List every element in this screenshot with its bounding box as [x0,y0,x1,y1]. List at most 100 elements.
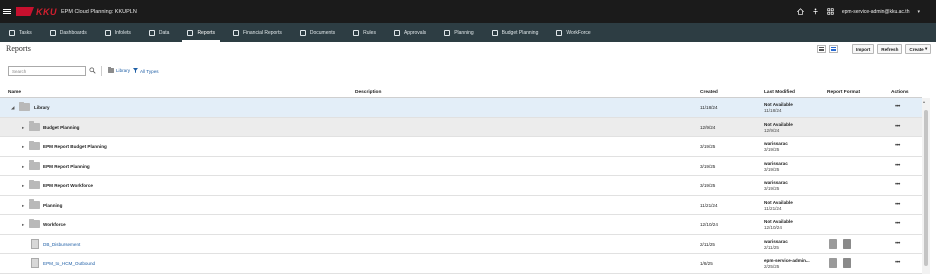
column-name[interactable]: Name [8,90,21,95]
reports-icon [187,29,194,36]
accessibility-icon[interactable] [812,8,819,15]
search-input[interactable]: Search [8,66,86,76]
chevron-down-icon[interactable]: ▾ [917,9,920,15]
row-modified-by: Not Available [764,219,793,224]
row-modified-by: epm-service-admin... [764,258,810,263]
folder-icon [19,101,30,111]
row-name[interactable]: Library [34,105,50,110]
excel-format-icon[interactable] [843,258,851,268]
nav-tasks[interactable]: Tasks [0,23,41,42]
approvals-icon [393,29,400,36]
row-created: 3/19/25 [700,144,716,149]
folder-icon [29,121,40,131]
user-menu[interactable]: epm-service-admin@kku.ac.th [842,9,910,15]
home-icon[interactable] [796,8,804,15]
financial-reports-icon [232,29,239,36]
table-row[interactable]: ▸ EPM Report Workforce 3/19/25 warissara… [0,176,922,196]
scrollbar-thumb[interactable] [924,110,928,266]
row-name[interactable]: Planning [43,203,62,208]
row-created: 11/21/24 [700,202,718,208]
table-row[interactable]: DB_Disbursement 2/11/25 warissarac 2/11/… [0,235,922,254]
row-modified-by: Not Available [764,102,793,107]
row-created: 12/9/24 [700,124,716,130]
nav-reports[interactable]: Reports [178,23,224,42]
budget-planning-icon [491,29,498,36]
chevron-right-icon[interactable]: ▸ [22,125,24,131]
column-last-modified[interactable]: Last Modified [764,90,795,95]
tree-view-button[interactable] [829,45,838,53]
chevron-right-icon[interactable]: ▸ [22,203,24,209]
nav-data[interactable]: Data [140,23,179,42]
nav-workforce[interactable]: WorkForce [547,23,599,42]
nav-rules[interactable]: Rules [344,23,385,42]
table-row[interactable]: ▸ Workforce 12/10/24 Not Available 12/10… [0,215,922,235]
row-name[interactable]: EPM Report Planning [43,164,90,169]
row-name[interactable]: EPM Report Budget Planning [43,144,107,149]
table-row[interactable]: ▸ Planning 11/21/24 Not Available 11/21/… [0,196,922,215]
row-modified-by: warissarac [764,180,788,185]
excel-format-icon[interactable] [843,238,851,249]
row-name[interactable]: Workforce [43,222,66,227]
column-created[interactable]: Created [700,90,718,95]
row-created: 3/19/25 [700,183,716,188]
row-modified-by: Not Available [764,121,793,127]
table-row[interactable]: ◢ Library 11/18/24 Not Available 11/18/2… [0,98,922,118]
row-actions-button[interactable]: ••• [895,124,900,130]
row-name[interactable]: Budget Planning [43,125,80,130]
row-actions-button[interactable]: ••• [895,163,900,169]
nav-budget-planning[interactable]: Budget Planning [483,23,548,42]
chevron-right-icon[interactable]: ▸ [22,144,24,150]
menu-icon[interactable] [3,8,11,15]
report-icon [31,238,39,249]
infolets-icon [104,29,111,36]
nav-infolets[interactable]: Infolets [96,23,140,42]
nav-financial-reports[interactable]: Financial Reports [224,23,291,42]
scroll-up-icon[interactable]: ▴ [923,99,925,104]
table-row[interactable]: ▸ EPM Report Planning 3/19/25 warissarac… [0,157,922,176]
nav-approvals[interactable]: Approvals [385,23,435,42]
table-row[interactable]: ▸ EPM Report Budget Planning 3/19/25 war… [0,137,922,157]
refresh-button[interactable]: Refresh [877,44,903,54]
row-actions-button[interactable]: ••• [895,104,900,110]
chevron-down-icon[interactable]: ◢ [11,105,14,111]
nav-planning[interactable]: Planning [435,23,482,42]
pdf-format-icon[interactable] [829,238,837,249]
search-icon[interactable] [89,67,96,74]
pdf-format-icon[interactable] [829,258,837,268]
type-filter[interactable]: All Types [133,68,159,74]
column-description[interactable]: Description [355,90,381,95]
list-view-button[interactable] [817,45,826,53]
app-title: EPM Cloud Planning: KKUPLN [61,8,137,15]
row-actions-button[interactable]: ••• [895,241,900,247]
folder-icon [29,160,40,170]
filter-icon [133,68,138,74]
row-actions-button[interactable]: ••• [895,221,900,227]
rules-icon [353,29,360,36]
row-name[interactable]: DB_Disbursement [43,242,80,247]
row-actions-button[interactable]: ••• [895,260,900,266]
row-modified-on: 3/19/25 [764,147,780,152]
nav-documents[interactable]: Documents [291,23,344,42]
create-label: Create [909,46,924,52]
chevron-right-icon[interactable]: ▸ [22,222,24,228]
row-name[interactable]: EPM_to_HCM_Outbound [43,261,95,266]
tasks-icon [9,29,15,36]
row-actions-button[interactable]: ••• [895,143,900,149]
nav-dashboards[interactable]: Dashboards [41,23,96,42]
column-actions: Actions [891,90,909,95]
library-filter[interactable]: Library [108,67,130,73]
apps-icon[interactable] [827,8,834,15]
table-row[interactable]: ▸ Budget Planning 12/9/24 Not Available … [0,117,922,137]
chevron-right-icon[interactable]: ▸ [22,164,24,170]
row-name[interactable]: EPM Report Workforce [43,183,93,188]
row-actions-button[interactable]: ••• [895,182,900,188]
create-button[interactable]: Create ▾ [905,44,932,54]
folder-icon [29,179,40,189]
chevron-right-icon[interactable]: ▸ [22,183,24,189]
top-header: KKU EPM Cloud Planning: KKUPLN epm-servi… [0,0,936,23]
folder-icon [108,67,114,73]
table-row[interactable]: EPM_to_HCM_Outbound 1/8/25 epm-service-a… [0,254,922,274]
import-button[interactable]: Import [852,44,875,54]
column-report-format: Report Format [827,90,861,95]
row-actions-button[interactable]: ••• [895,202,900,208]
